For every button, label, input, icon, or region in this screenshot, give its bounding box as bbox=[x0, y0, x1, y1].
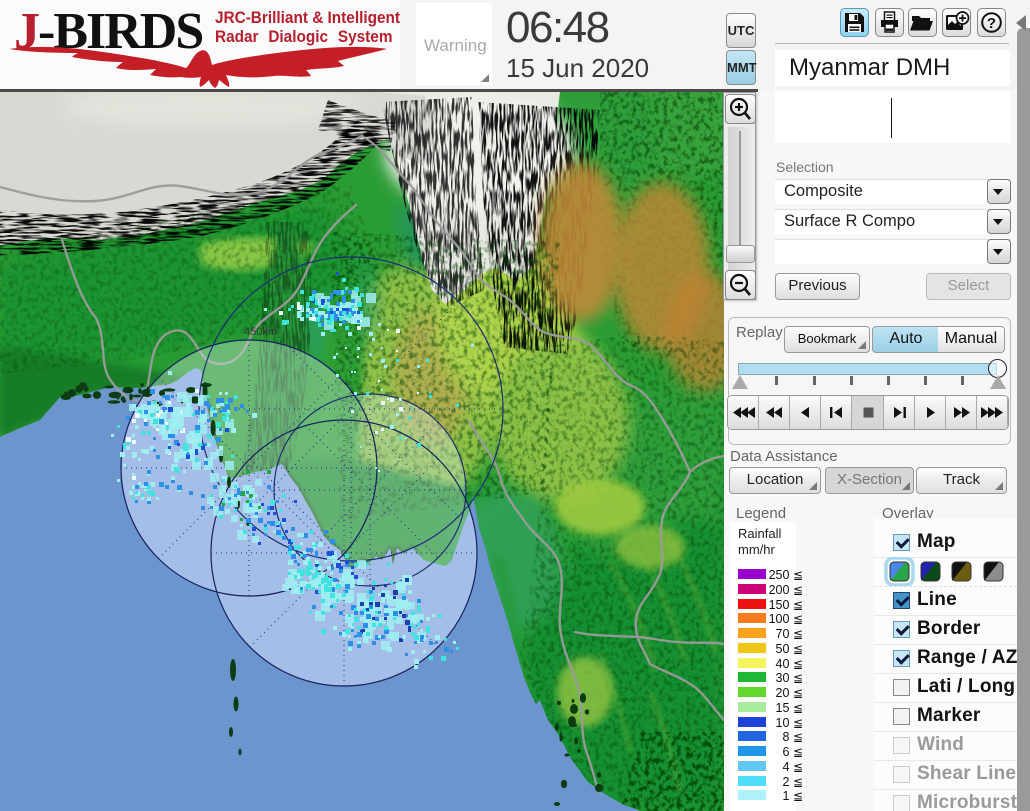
svg-text:450km: 450km bbox=[244, 326, 277, 338]
svg-text:?: ? bbox=[987, 15, 996, 32]
